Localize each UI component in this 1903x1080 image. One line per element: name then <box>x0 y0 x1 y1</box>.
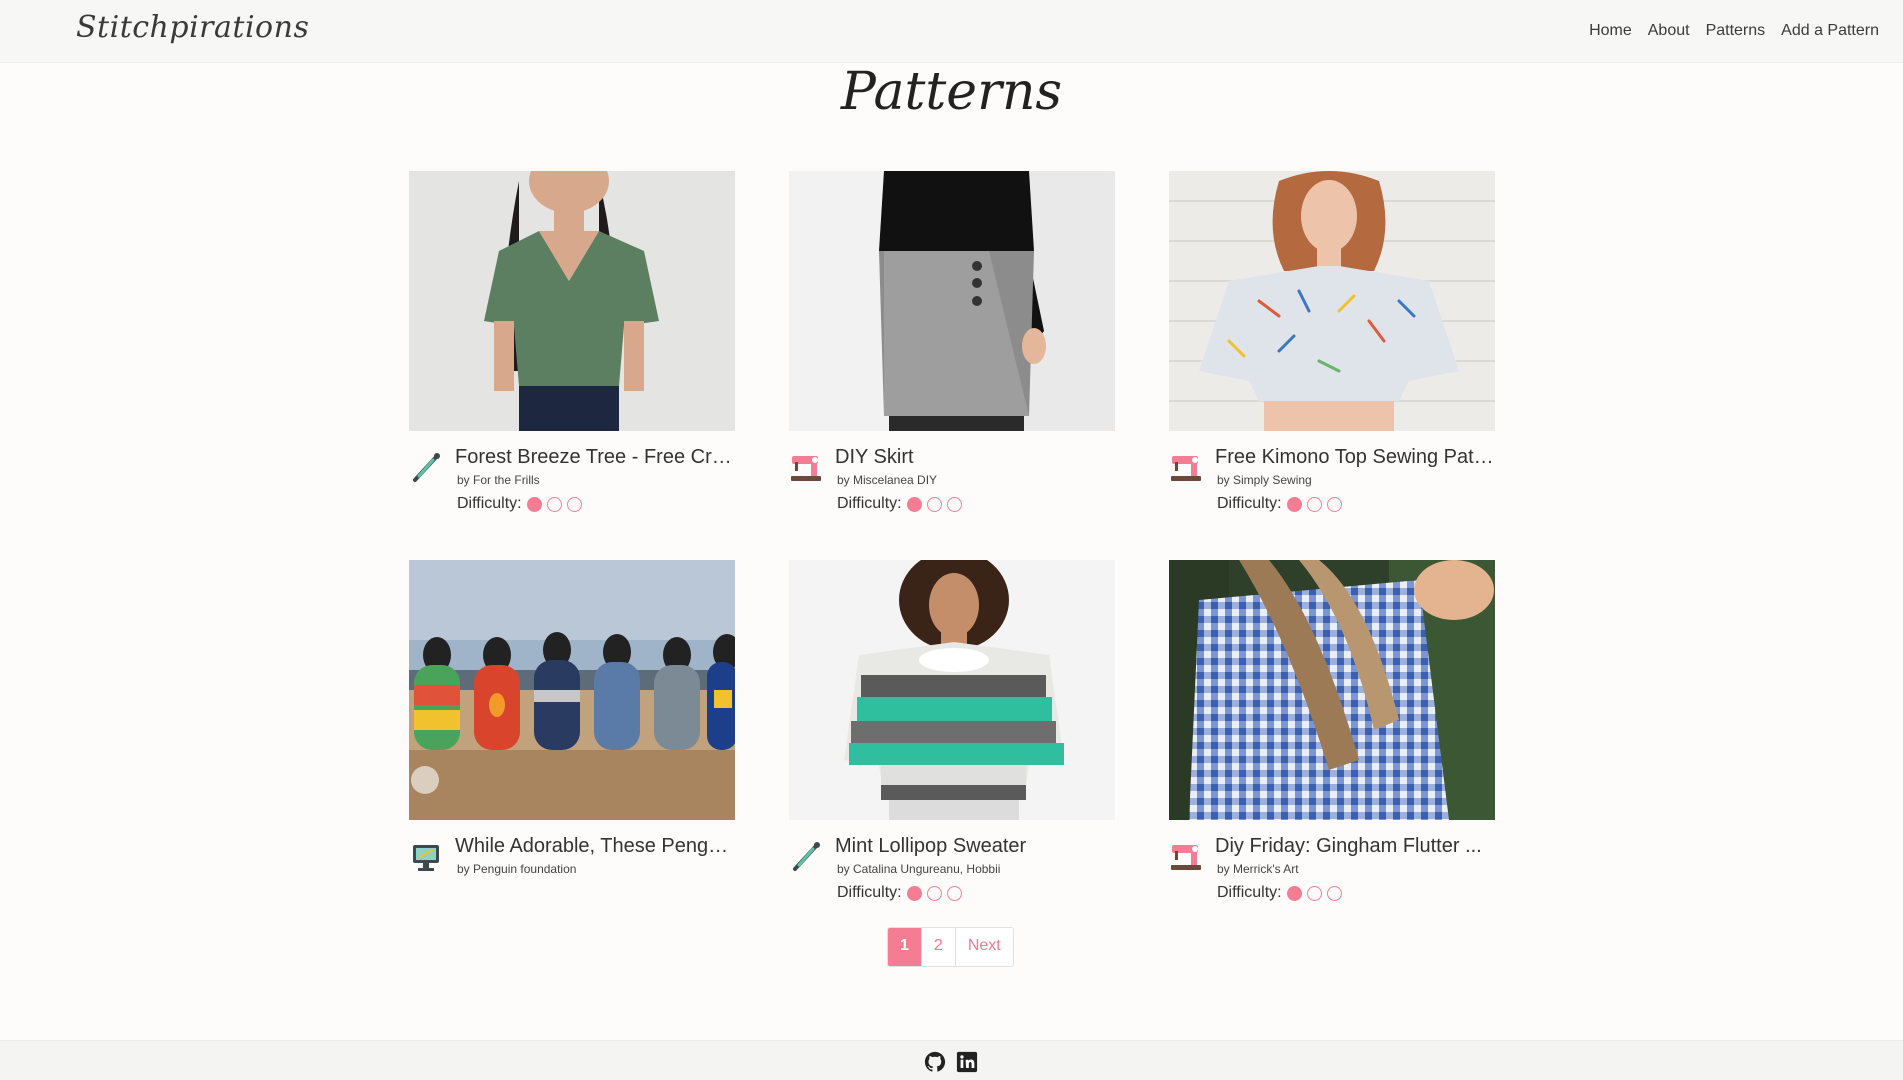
knitting-monitor-icon <box>409 839 443 873</box>
difficulty-dot-filled <box>906 496 922 512</box>
nav-links: Home About Patterns Add a Pattern <box>1589 22 1879 40</box>
pattern-author: by Merrick's Art <box>1217 862 1299 876</box>
pattern-card: Diy Friday: Gingham Flutter ... by Merri… <box>1169 560 1495 920</box>
pattern-author: by For the Frills <box>457 473 540 487</box>
difficulty-dot-filled <box>1286 885 1302 901</box>
crochet-hook-icon <box>409 450 443 484</box>
difficulty-dot-empty <box>946 885 962 901</box>
pattern-title[interactable]: Mint Lollipop Sweater <box>835 835 1115 858</box>
pattern-image[interactable] <box>409 171 735 431</box>
difficulty-rating: Difficulty: <box>837 884 962 902</box>
pattern-image[interactable] <box>1169 171 1495 431</box>
pattern-author: by Penguin foundation <box>457 862 577 876</box>
pattern-image[interactable] <box>789 171 1115 431</box>
linkedin-icon[interactable] <box>956 1051 978 1073</box>
difficulty-label: Difficulty: <box>1217 495 1282 512</box>
difficulty-dot-filled <box>526 496 542 512</box>
pattern-title[interactable]: DIY Skirt <box>835 446 1115 469</box>
difficulty-dot-empty <box>1306 885 1322 901</box>
difficulty-label: Difficulty: <box>837 495 902 512</box>
nav-about-link[interactable]: About <box>1648 22 1690 40</box>
difficulty-dot-empty <box>1326 496 1342 512</box>
nav-add-pattern-link[interactable]: Add a Pattern <box>1781 22 1879 40</box>
difficulty-dot-empty <box>926 496 942 512</box>
pattern-title[interactable]: While Adorable, These Pengu... <box>455 835 735 858</box>
difficulty-rating: Difficulty: <box>837 495 962 513</box>
navbar: Stitchpirations Home About Patterns Add … <box>0 0 1903 63</box>
pattern-image[interactable] <box>789 560 1115 820</box>
difficulty-dot-empty <box>546 496 562 512</box>
difficulty-dot-filled <box>906 885 922 901</box>
pattern-author: by Catalina Ungureanu, Hobbii <box>837 862 1001 876</box>
pattern-author: by Miscelanea DIY <box>837 473 938 487</box>
pagination: 1 2 Next <box>887 927 1014 967</box>
sewing-machine-icon <box>1169 839 1203 873</box>
pattern-title[interactable]: Forest Breeze Tree - Free Cro... <box>455 446 735 469</box>
difficulty-label: Difficulty: <box>1217 884 1282 901</box>
pattern-title[interactable]: Diy Friday: Gingham Flutter ... <box>1215 835 1495 858</box>
pattern-image[interactable] <box>1169 560 1495 820</box>
difficulty-rating: Difficulty: <box>1217 495 1342 513</box>
pattern-card: While Adorable, These Pengu... by Pengui… <box>409 560 735 920</box>
page-title: Patterns <box>840 62 1063 122</box>
difficulty-dot-empty <box>1306 496 1322 512</box>
pattern-title[interactable]: Free Kimono Top Sewing Patt... <box>1215 446 1495 469</box>
crochet-hook-icon <box>789 839 823 873</box>
pattern-card: DIY Skirt by Miscelanea DIY Difficulty: <box>789 171 1115 531</box>
difficulty-dot-empty <box>566 496 582 512</box>
next-page-button[interactable]: Next <box>955 928 1013 966</box>
nav-home-link[interactable]: Home <box>1589 22 1632 40</box>
difficulty-dot-empty <box>946 496 962 512</box>
sewing-machine-icon <box>789 450 823 484</box>
brand-logo[interactable]: Stitchpirations <box>76 10 309 45</box>
pattern-author: by Simply Sewing <box>1217 473 1312 487</box>
pattern-image[interactable] <box>409 560 735 820</box>
github-icon[interactable] <box>924 1051 946 1073</box>
footer <box>0 1040 1903 1080</box>
page-2-button[interactable]: 2 <box>921 928 956 966</box>
page-1-button[interactable]: 1 <box>888 928 922 966</box>
pattern-card: Forest Breeze Tree - Free Cro... by For … <box>409 171 735 531</box>
difficulty-label: Difficulty: <box>837 884 902 901</box>
sewing-machine-icon <box>1169 450 1203 484</box>
difficulty-dot-empty <box>926 885 942 901</box>
pattern-card: Mint Lollipop Sweater by Catalina Ungure… <box>789 560 1115 920</box>
difficulty-label: Difficulty: <box>457 495 522 512</box>
difficulty-rating: Difficulty: <box>457 495 582 513</box>
pattern-card: Free Kimono Top Sewing Patt... by Simply… <box>1169 171 1495 531</box>
difficulty-dot-empty <box>1326 885 1342 901</box>
difficulty-dot-filled <box>1286 496 1302 512</box>
difficulty-rating: Difficulty: <box>1217 884 1342 902</box>
nav-patterns-link[interactable]: Patterns <box>1706 22 1766 40</box>
